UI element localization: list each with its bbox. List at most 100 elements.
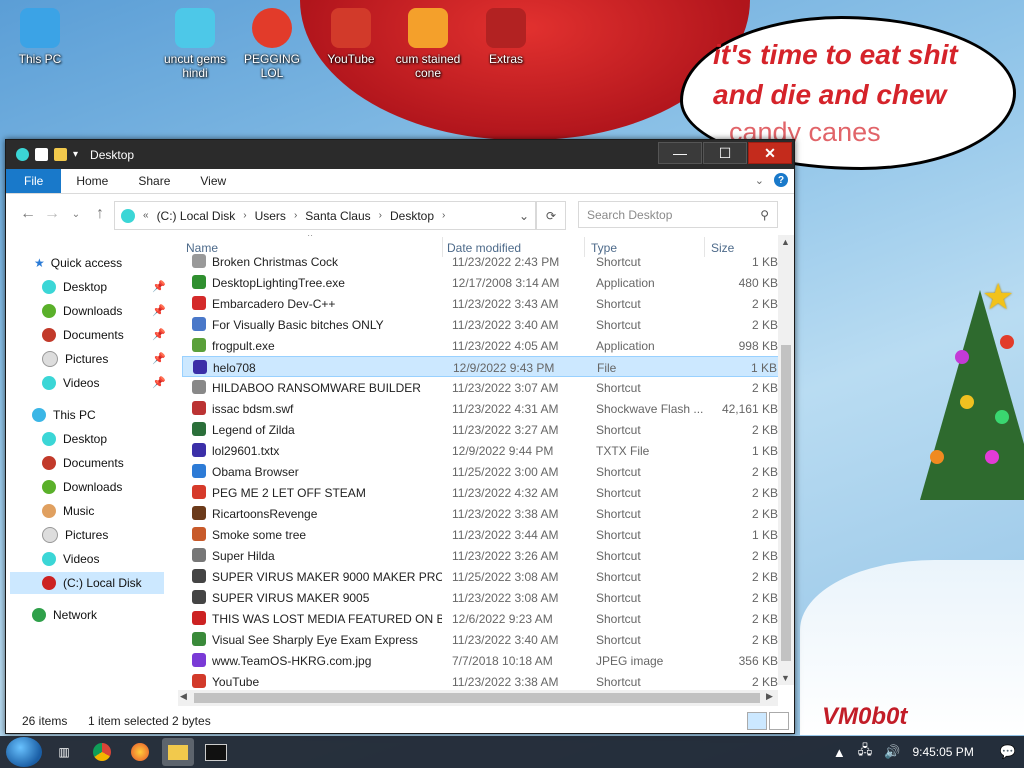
nav-pc-videos[interactable]: Videos [42,548,99,570]
nav-pc-downloads[interactable]: Downloads [42,476,122,498]
large-icons-view-button[interactable] [769,712,789,730]
show-hidden-icons-icon[interactable]: ▲ [833,745,846,760]
chrome-taskbar-button[interactable] [86,738,118,766]
table-row[interactable]: www.TeamOS-HKRG.com.jpg 7/7/2018 10:18 AM… [182,650,782,671]
desktop-icon-extras[interactable]: Extras [466,8,546,66]
vertical-scroll-thumb[interactable] [781,345,791,661]
clock[interactable]: 9:45:05 PM [912,745,973,759]
table-row[interactable]: Super Hilda 11/23/2022 3:26 AM Shortcut 2 K… [182,545,782,566]
table-row[interactable]: Obama Browser 11/25/2022 3:00 AM Shortcut 2… [182,461,782,482]
table-row[interactable]: Embarcadero Dev-C++ 11/23/2022 3:43 AM Sho… [182,293,782,314]
pin-icon[interactable]: 📌 [152,352,166,365]
breadcrumb-users[interactable]: Users [249,209,292,223]
table-row[interactable]: lol29601.txtx 12/9/2022 9:44 PM TXTX File 1… [182,440,782,461]
table-row[interactable]: SUPER VIRUS MAKER 9005 11/23/2022 3:08 AM… [182,587,782,608]
nav-this-pc[interactable]: This PC [32,404,96,426]
volume-icon[interactable]: 🔊 [884,744,900,760]
search-box[interactable]: Search Desktop ⚲ [578,201,778,228]
nav-quick-videos[interactable]: Videos [42,372,99,394]
table-row[interactable]: Broken Christmas Cock 11/23/2022 2:43 PM S… [182,251,782,272]
up-arrow-icon[interactable]: ↑ [88,205,112,223]
scroll-down-icon[interactable]: ▼ [781,673,790,683]
table-row[interactable]: RicartoonsRevenge 11/23/2022 3:38 AM Short… [182,503,782,524]
notifications-icon[interactable]: 💬 [1000,744,1016,760]
maximize-button[interactable]: ☐ [703,142,747,164]
address-dropdown-icon[interactable]: ⌄ [519,209,529,223]
nav-network[interactable]: Network [32,604,97,626]
properties-icon[interactable] [35,148,48,161]
explorer-taskbar-button[interactable] [162,738,194,766]
nav-local-disk[interactable]: (C:) Local Disk [10,572,164,594]
tab-home[interactable]: Home [61,169,123,193]
refresh-button[interactable]: ⟳ [536,201,566,230]
title-bar[interactable]: ▾ Desktop — ☐ ✕ [6,140,794,169]
network-tray-icon[interactable]: 🖧 [858,741,873,763]
table-row[interactable]: Smoke some tree 11/23/2022 3:44 AM Shortcu… [182,524,782,545]
new-folder-icon[interactable] [54,148,67,161]
desktop-icon-uncut-gems[interactable]: uncut gems hindi [155,8,235,80]
tab-view[interactable]: View [185,169,241,193]
tab-file[interactable]: File [6,169,62,193]
search-input[interactable]: Search Desktop [587,208,672,222]
breadcrumb-local-disk[interactable]: (C:) Local Disk [151,209,242,223]
chevron-right-icon[interactable]: › [292,210,299,221]
chevron-right-icon[interactable]: › [440,210,447,221]
start-button[interactable] [6,737,42,767]
back-arrow-icon[interactable]: ← [16,205,40,223]
pin-icon[interactable]: 📌 [152,304,166,317]
table-row[interactable]: issac bdsm.swf 11/23/2022 4:31 AM Shockwav… [182,398,782,419]
cmd-taskbar-button[interactable] [200,738,232,766]
close-button[interactable]: ✕ [748,142,792,164]
pin-icon[interactable]: 📌 [152,328,166,341]
desktop-icon-youtube[interactable]: YouTube [311,8,391,66]
horizontal-scrollbar[interactable]: ◀ ▶ [178,690,778,706]
desktop-icon-pegging[interactable]: PEGGING LOL [232,8,312,80]
help-icon[interactable]: ? [774,173,788,187]
table-row[interactable]: For Visually Basic bitches ONLY 11/23/202… [182,314,782,335]
horizontal-scroll-thumb[interactable] [194,693,760,703]
overflow-chevron[interactable]: « [141,210,151,221]
vertical-scrollbar[interactable]: ▲ ▼ [778,235,794,685]
desktop-icon-this-pc[interactable]: This PC [0,8,80,66]
table-row[interactable]: DesktopLightingTree.exe 12/17/2008 3:14 A… [182,272,782,293]
chevron-down-icon[interactable]: ▾ [73,149,78,160]
nav-quick-downloads[interactable]: Downloads [42,300,122,322]
address-bar[interactable]: « (C:) Local Disk › Users › Santa Claus … [114,201,536,230]
chevron-right-icon[interactable]: › [241,210,248,221]
table-row[interactable]: HILDABOO RANSOMWARE BUILDER 11/23/2022 3:… [182,377,782,398]
nav-quick-pictures[interactable]: Pictures [42,348,108,370]
scroll-left-icon[interactable]: ◀ [180,691,187,702]
desktop-icon-cone[interactable]: cum stained cone [388,8,468,80]
task-view-button[interactable]: ▥ [48,738,80,766]
breadcrumb-santa-claus[interactable]: Santa Claus [299,209,376,223]
nav-quick-documents[interactable]: Documents [42,324,124,346]
recent-locations-chevron-icon[interactable]: ⌄ [64,209,88,220]
scroll-up-icon[interactable]: ▲ [781,237,790,247]
tab-share[interactable]: Share [123,169,185,193]
nav-pc-desktop[interactable]: Desktop [42,428,107,450]
nav-pc-documents[interactable]: Documents [42,452,124,474]
table-row[interactable]: Visual See Sharply Eye Exam Express 11/23… [182,629,782,650]
table-row[interactable]: frogpult.exe 11/23/2022 4:05 AM Applicatio… [182,335,782,356]
minimize-button[interactable]: — [658,142,702,164]
app-icon [16,148,29,161]
table-row[interactable]: THIS WAS LOST MEDIA FEATURED ON BL... 12/… [182,608,782,629]
table-row[interactable]: SUPER VIRUS MAKER 9000 MAKER PROT... 11/2… [182,566,782,587]
expand-ribbon-icon[interactable]: ⌄ [755,174,764,187]
table-row[interactable]: PEG ME 2 LET OFF STEAM 11/23/2022 4:32 AM… [182,482,782,503]
table-row[interactable]: helo708 12/9/2022 9:43 PM File 1 KB [182,356,782,377]
chevron-right-icon[interactable]: › [377,210,384,221]
pin-icon[interactable]: 📌 [152,376,166,389]
breadcrumb-desktop[interactable]: Desktop [384,209,440,223]
table-row[interactable]: YouTube 11/23/2022 3:38 AM Shortcut 2 KB [182,671,782,692]
nav-quick-access[interactable]: ★ Quick access [34,252,122,274]
firefox-taskbar-button[interactable] [124,738,156,766]
scroll-right-icon[interactable]: ▶ [766,691,773,702]
table-row[interactable]: Legend of Zilda 11/23/2022 3:27 AM Shortcu… [182,419,782,440]
nav-quick-desktop[interactable]: Desktop [42,276,107,298]
details-view-button[interactable] [747,712,767,730]
pin-icon[interactable]: 📌 [152,280,166,293]
nav-pc-pictures[interactable]: Pictures [42,524,108,546]
forward-arrow-icon[interactable]: → [40,205,64,223]
nav-pc-music[interactable]: Music [42,500,94,522]
